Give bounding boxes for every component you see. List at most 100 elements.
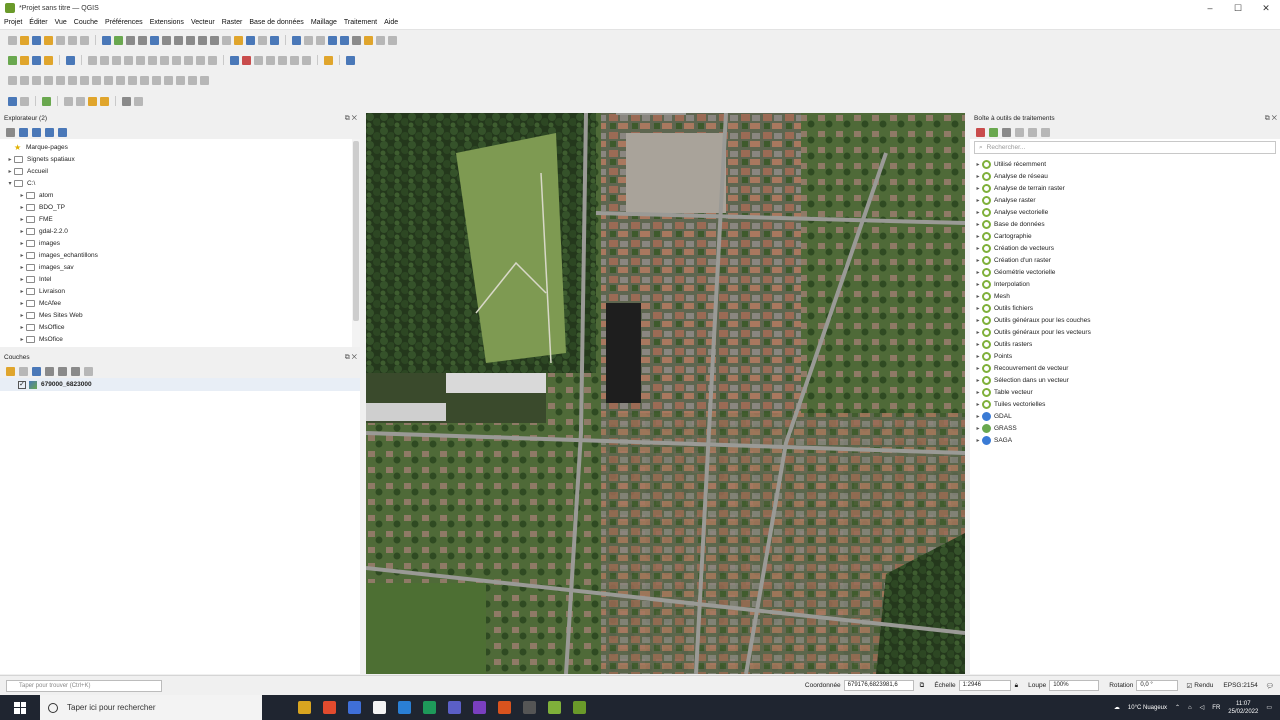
- offset-symbols-icon[interactable]: [188, 75, 197, 85]
- identify-icon[interactable]: [292, 35, 301, 45]
- scripts-icon[interactable]: [989, 127, 998, 137]
- toolbox-item[interactable]: ▸ Analyse de réseau: [970, 170, 1280, 182]
- toolbox-item[interactable]: ▸ Analyse raster: [970, 194, 1280, 206]
- network-icon[interactable]: ⌂: [1188, 705, 1192, 711]
- remove-layer-group-icon[interactable]: [84, 366, 93, 376]
- taskbar-app-icon[interactable]: [367, 695, 392, 720]
- add-ring-icon[interactable]: [44, 75, 53, 85]
- browser-item[interactable]: ★ Marque-pages: [0, 141, 360, 153]
- menu-projet[interactable]: Projet: [4, 19, 22, 26]
- expand-arrow-icon[interactable]: ▸: [18, 288, 26, 295]
- taskbar-app-icon[interactable]: [492, 695, 517, 720]
- toolbox-item[interactable]: ▸ Outils rasters: [970, 338, 1280, 350]
- magnifier-spinbox[interactable]: 100%: [1049, 680, 1100, 691]
- merge-attributes-icon[interactable]: [164, 75, 173, 85]
- toolbox-item[interactable]: ▸ Géométrie vectorielle: [970, 266, 1280, 278]
- undo-icon[interactable]: [196, 55, 205, 65]
- select-features-icon[interactable]: [328, 35, 337, 45]
- zoom-out-icon[interactable]: [138, 35, 147, 45]
- label-move-icon[interactable]: [278, 55, 287, 65]
- zoom-native-icon[interactable]: [186, 35, 195, 45]
- volume-icon[interactable]: ◁: [1200, 704, 1205, 711]
- expand-arrow-icon[interactable]: ▸: [974, 317, 982, 324]
- taskbar-search-box[interactable]: Taper ici pour rechercher: [40, 695, 262, 720]
- crs-button[interactable]: EPSG:2154: [1223, 682, 1257, 689]
- expand-arrow-icon[interactable]: ▸: [974, 173, 982, 180]
- new-project-icon[interactable]: [8, 35, 17, 45]
- delete-ring-icon[interactable]: [80, 75, 89, 85]
- menu-extensions[interactable]: Extensions: [150, 19, 184, 26]
- shortest-path-icon[interactable]: [122, 96, 131, 106]
- cut-features-icon[interactable]: [160, 55, 169, 65]
- history-icon[interactable]: [1002, 127, 1011, 137]
- menu-couche[interactable]: Couche: [74, 19, 98, 26]
- expand-arrow-icon[interactable]: ▸: [974, 161, 982, 168]
- expand-arrow-icon[interactable]: ▸: [974, 233, 982, 240]
- browser-item[interactable]: ▸ Livraison: [0, 285, 360, 297]
- panel-float-close-icon[interactable]: ⧉ ✕: [1265, 113, 1277, 125]
- expand-arrow-icon[interactable]: ▾: [6, 180, 14, 187]
- models-icon[interactable]: [976, 127, 985, 137]
- expand-arrow-icon[interactable]: ▸: [6, 156, 14, 163]
- expand-arrow-icon[interactable]: ▸: [974, 377, 982, 384]
- expand-arrow-icon[interactable]: ▸: [974, 437, 982, 444]
- virtual-layer-icon[interactable]: [32, 55, 41, 65]
- data-source-manager-icon[interactable]: [8, 55, 17, 65]
- expand-arrow-icon[interactable]: ▸: [974, 413, 982, 420]
- toolbox-item[interactable]: ▸ Tuiles vectorielles: [970, 398, 1280, 410]
- weather-text[interactable]: 10°C Nuageux: [1128, 705, 1167, 711]
- expand-arrow-icon[interactable]: ▸: [974, 341, 982, 348]
- offset-curve-icon[interactable]: [116, 75, 125, 85]
- expand-arrow-icon[interactable]: ▸: [18, 192, 26, 199]
- menu-preferences[interactable]: Préférences: [105, 19, 143, 26]
- expand-arrow-icon[interactable]: ▸: [18, 324, 26, 331]
- browser-item[interactable]: ▸ FME: [0, 213, 360, 225]
- expand-arrow-icon[interactable]: ▸: [18, 204, 26, 211]
- measure-icon[interactable]: [340, 35, 349, 45]
- add-feature-icon[interactable]: [124, 55, 133, 65]
- toolbox-item[interactable]: ▸ Cartographie: [970, 230, 1280, 242]
- open-layer-styling-icon[interactable]: [6, 366, 15, 376]
- save-as-icon[interactable]: [44, 35, 53, 45]
- options-icon[interactable]: [1041, 127, 1050, 137]
- toolbox-item[interactable]: ▸ Utilisé récemment: [970, 158, 1280, 170]
- expand-arrow-icon[interactable]: ▸: [974, 305, 982, 312]
- rotate-symbols-icon[interactable]: [176, 75, 185, 85]
- toolbox-item[interactable]: ▸ Recouvrement de vecteur: [970, 362, 1280, 374]
- paste-features-icon[interactable]: [184, 55, 193, 65]
- python-console-icon[interactable]: [66, 55, 75, 65]
- toggle-editing-icon[interactable]: [100, 55, 109, 65]
- extents-toggle-icon[interactable]: ⧉: [920, 682, 925, 690]
- manage-map-themes-icon[interactable]: [32, 366, 41, 376]
- browser-item[interactable]: ▸ images_echantillons: [0, 249, 360, 261]
- toolbox-item[interactable]: ▸ GDAL: [970, 410, 1280, 422]
- browser-item[interactable]: ▸ McAfee: [0, 297, 360, 309]
- toolbox-item[interactable]: ▸ Outils généraux pour les couches: [970, 314, 1280, 326]
- toolbox-search-input[interactable]: ⌕ Rechercher...: [974, 141, 1276, 154]
- filter-legend-icon[interactable]: [45, 366, 54, 376]
- expand-arrow-icon[interactable]: ▸: [974, 269, 982, 276]
- expand-arrow-icon[interactable]: ▸: [974, 353, 982, 360]
- map-canvas[interactable]: [366, 113, 965, 674]
- collapse-all-icon[interactable]: [45, 127, 54, 137]
- split-parts-icon[interactable]: [140, 75, 149, 85]
- edit-features-in-place-icon[interactable]: [1028, 127, 1037, 137]
- browser-item[interactable]: ▸ Intel: [0, 273, 360, 285]
- label-change-icon[interactable]: [302, 55, 311, 65]
- toolbox-item[interactable]: ▸ Création de vecteurs: [970, 242, 1280, 254]
- menu-base-de-donnees[interactable]: Base de données: [249, 19, 304, 26]
- start-button[interactable]: [0, 695, 40, 720]
- new-shapefile-icon[interactable]: [44, 55, 53, 65]
- expand-arrow-icon[interactable]: ▸: [18, 252, 26, 259]
- advanced-digitize-icon[interactable]: [8, 75, 17, 85]
- toolbox-item[interactable]: ▸ SAGA: [970, 434, 1280, 446]
- browser-item[interactable]: ▸ MsOfice: [0, 333, 360, 345]
- add-raster-icon[interactable]: [64, 96, 73, 106]
- menu-editer[interactable]: Éditer: [29, 19, 47, 26]
- minimize-button[interactable]: –: [1196, 0, 1224, 16]
- scale-combobox[interactable]: 1:2946: [958, 680, 1011, 691]
- menu-raster[interactable]: Raster: [222, 19, 243, 26]
- refresh-icon[interactable]: [270, 35, 279, 45]
- menu-maillage[interactable]: Maillage: [311, 19, 337, 26]
- toolbox-item[interactable]: ▸ Table vecteur: [970, 386, 1280, 398]
